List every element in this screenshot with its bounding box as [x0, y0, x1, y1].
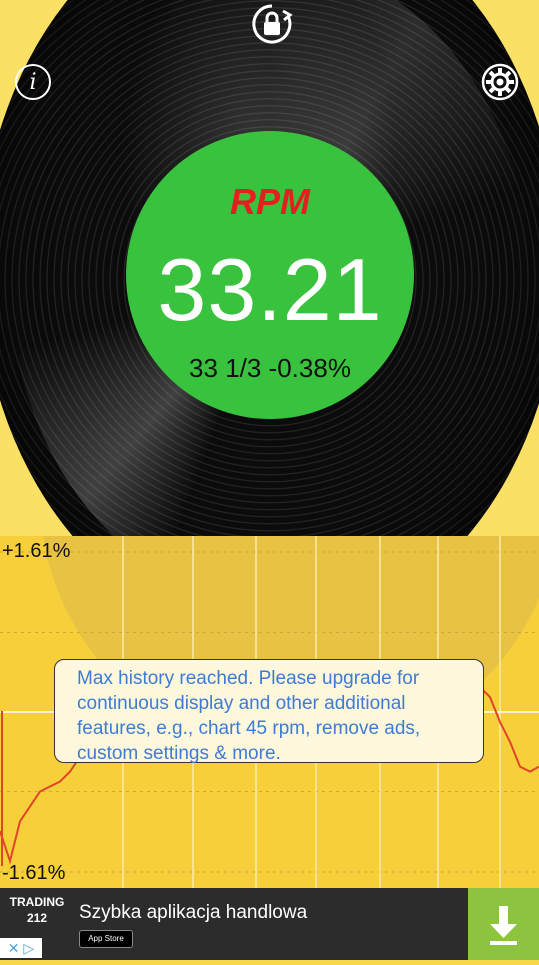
- ad-headline[interactable]: Szybka aplikacja handlowa: [79, 902, 307, 924]
- y-axis-max-label: +1.61%: [2, 540, 71, 562]
- ad-logo-line2: 212: [26, 911, 48, 925]
- y-axis-min-label: -1.61%: [2, 862, 66, 884]
- rotation-lock-icon[interactable]: [250, 2, 294, 46]
- upgrade-notice-text: Max history reached. Please upgrade for …: [77, 668, 421, 764]
- ad-logo: TRADING 212: [3, 894, 71, 934]
- ad-logo-line1: TRADING: [9, 895, 65, 909]
- info-icon-glyph: i: [29, 69, 37, 95]
- rpm-title: RPM: [230, 181, 310, 222]
- ad-banner[interactable]: TRADING 212 Szybka aplikacja handlowa Ap…: [0, 888, 539, 960]
- info-icon[interactable]: i: [15, 64, 51, 100]
- download-button[interactable]: [468, 888, 539, 960]
- rotation-lock-svg: [252, 4, 293, 44]
- app-store-badge[interactable]: App Store: [79, 930, 133, 948]
- upgrade-notice[interactable]: Max history reached. Please upgrade for …: [54, 659, 484, 764]
- rpm-deviation: 33 1/3 -0.38%: [189, 353, 351, 383]
- download-icon: [490, 906, 517, 945]
- gear-svg: [481, 63, 519, 101]
- rpm-display: RPM 33.21 33 1/3 -0.38%: [126, 131, 414, 419]
- ad-close-icon[interactable]: ✕ ▷: [0, 938, 42, 958]
- rpm-value: 33.21: [157, 240, 383, 339]
- gear-icon[interactable]: [480, 62, 520, 102]
- turntable-area: RPM 33.21 33 1/3 -0.38% i: [0, 0, 539, 536]
